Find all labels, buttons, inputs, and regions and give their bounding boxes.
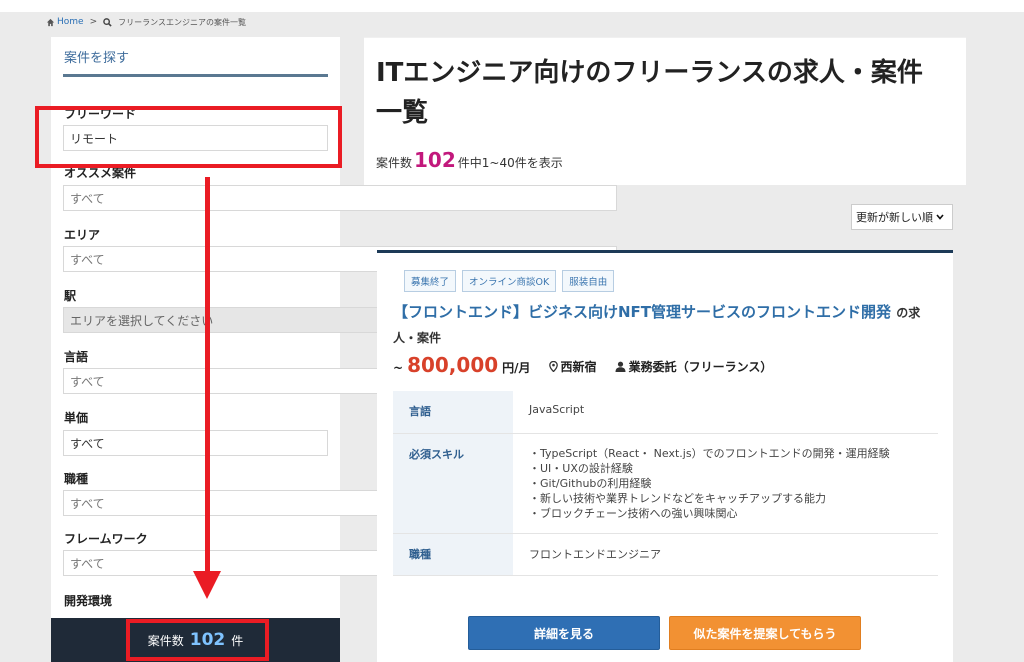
spec-value-job: フロントエンドエンジニア	[513, 533, 938, 576]
breadcrumb-current: フリーランスエンジニアの案件一覧	[118, 17, 246, 27]
station-label: 駅	[64, 289, 77, 303]
skill-item: ・TypeScript（React・ Next.js）でのフロントエンドの開発・…	[529, 446, 890, 460]
map-pin-icon	[548, 361, 558, 372]
job-card: 募集終了 オンライン商談OK 服装自由 【フロントエンド】ビジネス向けNFT管理…	[377, 250, 953, 662]
unit-price-label: 単価	[64, 411, 89, 425]
unit-price-select[interactable]: すべて	[63, 430, 328, 456]
sidebar-title: 案件を探す	[64, 51, 130, 66]
freeword-highlight-box	[35, 106, 342, 168]
framework-label: フレームワーク	[64, 532, 148, 546]
price-prefix: ~	[393, 361, 404, 375]
spec-row-language: 言語 JavaScript	[393, 391, 938, 434]
sort-select[interactable]: 更新が新しい順	[851, 204, 953, 230]
spec-key-job: 職種	[393, 533, 513, 576]
job-location: 西新宿	[548, 358, 597, 375]
sort-select-value: 更新が新しい順	[856, 211, 933, 224]
breadcrumb-separator: >	[89, 17, 98, 27]
breadcrumb-home-label: Home	[57, 17, 84, 27]
job-spec-table: 言語 JavaScript 必須スキル ・TypeScript（React・ N…	[393, 391, 938, 576]
job-price: 800,000	[407, 353, 499, 377]
job-summary: ~ 800,000 円/月 西新宿 業務委託（フリーランス）	[393, 353, 772, 377]
spec-row-job: 職種 フロントエンドエンジニア	[393, 533, 938, 576]
top-bar	[0, 0, 1024, 12]
dev-environment-label: 開発環境	[64, 594, 113, 608]
spec-key-skills: 必須スキル	[393, 433, 513, 534]
spec-row-skills: 必須スキル ・TypeScript（React・ Next.js）でのフロントエ…	[393, 433, 938, 534]
job-contract-text: 業務委託（フリーランス）	[628, 360, 773, 374]
result-count-highlight-box	[126, 619, 269, 661]
recommended-select[interactable]: すべて	[63, 185, 617, 211]
home-icon	[46, 18, 55, 26]
tag-dress-code: 服装自由	[562, 270, 615, 292]
view-detail-button[interactable]: 詳細を見る	[468, 616, 660, 650]
user-icon	[615, 361, 626, 372]
spec-key-language: 言語	[393, 391, 513, 434]
job-type-label: 職種	[64, 472, 89, 486]
skill-item: ・新しい技術や業界トレンドなどをキャッチアップする能力	[529, 491, 826, 505]
spec-value-skills: ・TypeScript（React・ Next.js）でのフロントエンドの開発・…	[513, 433, 938, 534]
job-tags: 募集終了 オンライン商談OK 服装自由	[404, 270, 615, 292]
listing-count: 案件数 102 件中1~40件を表示	[376, 148, 563, 172]
skill-item: ・ブロックチェーン技術への強い興味関心	[529, 506, 738, 520]
job-location-text: 西新宿	[560, 360, 597, 374]
job-title-text[interactable]: 【フロントエンド】ビジネス向けNFT管理サービスのフロントエンド開発	[393, 303, 891, 321]
area-label: エリア	[64, 228, 101, 242]
skill-item: ・Git/Githubの利用経験	[529, 476, 652, 490]
listing-count-suffix: 件中1~40件を表示	[457, 156, 563, 170]
language-label: 言語	[64, 350, 89, 364]
tag-closed: 募集終了	[404, 270, 457, 292]
job-title[interactable]: 【フロントエンド】ビジネス向けNFT管理サービスのフロントエンド開発 の求人・案…	[393, 300, 943, 350]
annotation-arrow-head	[193, 571, 221, 599]
breadcrumb-home[interactable]: Home	[46, 17, 84, 27]
spec-value-language: JavaScript	[513, 391, 938, 434]
job-contract: 業務委託（フリーランス）	[615, 358, 773, 375]
price-unit: 円/月	[502, 361, 531, 375]
listing-count-prefix: 案件数	[376, 156, 413, 170]
sidebar-divider	[63, 74, 328, 77]
skill-item: ・UI・UXの設計経験	[529, 461, 633, 475]
page-title: ITエンジニア向けのフリーランスの求人・案件一覧	[376, 58, 923, 128]
listing-count-number: 102	[414, 148, 456, 172]
breadcrumb: Home > フリーランスエンジニアの案件一覧	[46, 12, 246, 32]
chevron-down-icon	[936, 214, 944, 220]
listing-header: ITエンジニア向けのフリーランスの求人・案件一覧 案件数 102 件中1~40件…	[364, 37, 966, 185]
search-icon	[103, 17, 112, 27]
annotation-arrow-shaft	[205, 177, 210, 572]
suggest-similar-button[interactable]: 似た案件を提案してもらう	[669, 616, 861, 650]
tag-online-meeting: オンライン商談OK	[462, 270, 557, 292]
